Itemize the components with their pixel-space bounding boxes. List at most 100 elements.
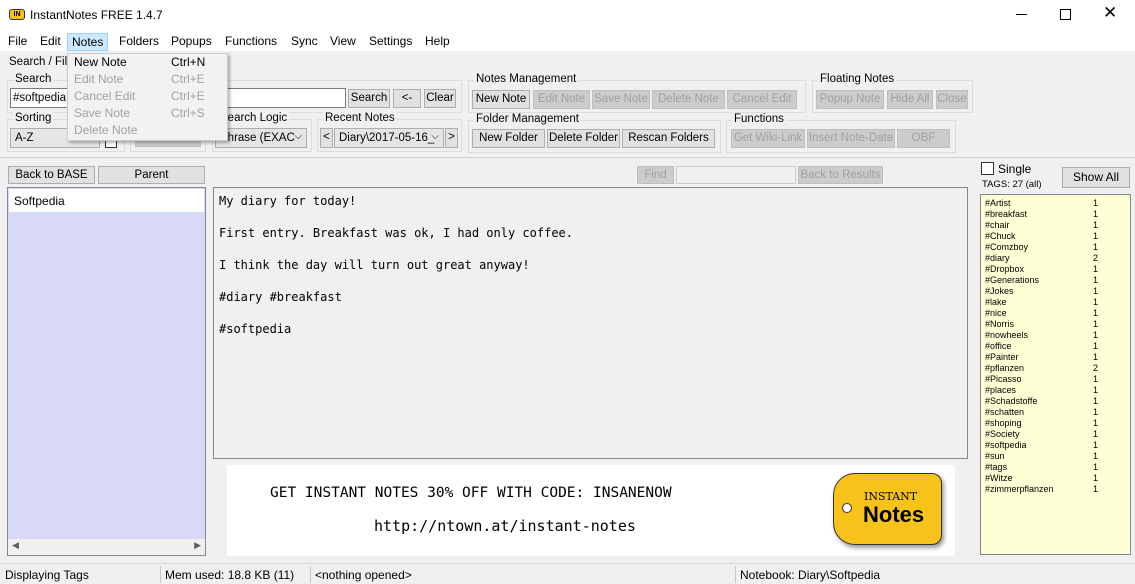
new-note-button[interactable]: New Note [472,90,530,109]
recent-notes-select[interactable]: Diary\2017-05-16_ ⌵ [334,128,444,148]
promo-banner[interactable]: GET INSTANT NOTES 30% OFF WITH CODE: INS… [227,465,955,556]
tag-name: #Painter [985,352,1019,362]
tag-row[interactable]: #places 1 [985,385,1125,396]
tag-name: #Generations [985,275,1040,285]
tag-row[interactable]: #nice 1 [985,308,1125,319]
note-line: #diary #breakfast [219,290,342,304]
tag-row[interactable]: #Comzboy 1 [985,242,1125,253]
scroll-left-icon[interactable]: ◀ [12,540,19,551]
clear-button[interactable]: Clear [424,89,456,108]
find-button[interactable]: Find [637,166,674,184]
save-note-button[interactable]: Save Note [592,90,650,109]
tag-row[interactable]: #Generations 1 [985,275,1125,286]
tag-name: #office [985,341,1012,351]
back-button[interactable]: <- [393,89,421,108]
tag-row[interactable]: #Picasso 1 [985,374,1125,385]
tag-row[interactable]: #nowheels 1 [985,330,1125,341]
cancel-edit-button[interactable]: Cancel Edit [727,90,797,109]
tag-row[interactable]: #Chuck 1 [985,231,1125,242]
tag-row[interactable]: #Painter 1 [985,352,1125,363]
folder-item-softpedia[interactable]: Softpedia [9,189,204,212]
delete-note-button[interactable]: Delete Note [652,90,725,109]
menu-popups[interactable]: Popups [167,33,216,51]
find-input[interactable] [676,166,796,184]
tag-row[interactable]: #lake 1 [985,297,1125,308]
menu-notes[interactable]: Notes [67,33,109,51]
tag-row[interactable]: #Society 1 [985,429,1125,440]
tag-row[interactable]: #diary 2 [985,253,1125,264]
back-to-base-button[interactable]: Back to BASE [8,166,95,184]
tag-row[interactable]: #Witze 1 [985,473,1125,484]
menu-edit[interactable]: Edit [36,33,65,51]
note-editor[interactable]: My diary for today! First entry. Breakfa… [213,187,968,459]
tag-row[interactable]: #office 1 [985,341,1125,352]
back-to-results-button[interactable]: Back to Results [798,166,883,184]
tag-count: 1 [1093,286,1099,296]
menu-file[interactable]: File [4,33,31,51]
search-filter-tab[interactable]: Search / Filt [9,56,70,68]
recent-next-button[interactable]: > [445,128,458,148]
hide-all-button[interactable]: Hide All [887,90,933,109]
menu-sync[interactable]: Sync [287,33,322,51]
menu-item-new-note[interactable]: New Note Ctrl+N [68,54,227,71]
tag-name: #breakfast [985,209,1028,219]
tag-row[interactable]: #sun 1 [985,451,1125,462]
search-button[interactable]: Search [348,89,390,108]
tag-count: 1 [1093,264,1099,274]
tag-row[interactable]: #shoping 1 [985,418,1125,429]
tag-row[interactable]: #Dropbox 1 [985,264,1125,275]
tag-row[interactable]: #chair 1 [985,220,1125,231]
tag-name: #Society [985,429,1020,439]
label: Cancel Edit [74,89,136,103]
chevron-down-icon: ⌵ [431,131,439,142]
menu-functions[interactable]: Functions [221,33,281,51]
rescan-folders-button[interactable]: Rescan Folders [622,129,715,148]
menu-settings[interactable]: Settings [365,33,416,51]
status-memory: Mem used: 18.8 KB (11) [165,568,295,582]
menu-view[interactable]: View [326,33,360,51]
close-icon[interactable]: ✕ [1103,3,1117,23]
parent-button[interactable]: Parent [98,166,205,184]
tag-row[interactable]: #Norris 1 [985,319,1125,330]
minimize-icon[interactable] [1016,14,1027,15]
label: Save Note [74,106,131,120]
tag-row[interactable]: #Artist 1 [985,198,1125,209]
delete-folder-button[interactable]: Delete Folder [547,129,620,148]
menu-item-save-note[interactable]: Save Note Ctrl+S [68,105,227,122]
shortcut: Ctrl+E [171,89,205,103]
tag-row[interactable]: #tags 1 [985,462,1125,473]
menu-folders[interactable]: Folders [115,33,163,51]
tag-row[interactable]: #schatten 1 [985,407,1125,418]
tag-row[interactable]: #Jokes 1 [985,286,1125,297]
menu-item-delete-note[interactable]: Delete Note [68,122,227,139]
new-folder-button[interactable]: New Folder [472,129,545,148]
horizontal-scrollbar[interactable]: ◀ ▶ [8,539,205,555]
promo-url[interactable]: http://ntown.at/instant-notes [374,517,636,535]
tag-row[interactable]: #breakfast 1 [985,209,1125,220]
show-all-button[interactable]: Show All [1062,167,1130,188]
obf-button[interactable]: OBF [897,129,950,148]
tag-row[interactable]: #softpedia 1 [985,440,1125,451]
insert-note-date-button[interactable]: Insert Note-Date [807,129,895,148]
menu-bar: File Edit Notes Folders Popups Functions… [0,31,1135,51]
menu-item-edit-note[interactable]: Edit Note Ctrl+E [68,71,227,88]
tag-row[interactable]: #Schadstoffe 1 [985,396,1125,407]
close-floating-button[interactable]: Close [936,90,968,109]
single-checkbox[interactable] [981,162,994,175]
note-line: My diary for today! [219,194,357,208]
menu-item-cancel-edit[interactable]: Cancel Edit Ctrl+E [68,88,227,105]
maximize-icon[interactable] [1060,9,1071,20]
tag-count: 2 [1093,363,1099,373]
popup-note-button[interactable]: Popup Note [816,90,884,109]
search-logic-select[interactable]: Phrase (EXAC ⌵ [215,128,307,148]
tag-hole-icon [842,503,852,513]
menu-help[interactable]: Help [421,33,454,51]
notes-menu-dropdown: New Note Ctrl+N Edit Note Ctrl+E Cancel Ed… [67,53,228,141]
tag-row[interactable]: #zimmerpflanzen 1 [985,484,1125,495]
tag-name: #Schadstoffe [985,396,1038,406]
tag-row[interactable]: #pflanzen 2 [985,363,1125,374]
edit-note-button[interactable]: Edit Note [533,90,590,109]
recent-prev-button[interactable]: < [320,128,333,148]
get-wiki-link-button[interactable]: Get Wiki-Link [731,129,805,148]
scroll-right-icon[interactable]: ▶ [194,540,201,551]
